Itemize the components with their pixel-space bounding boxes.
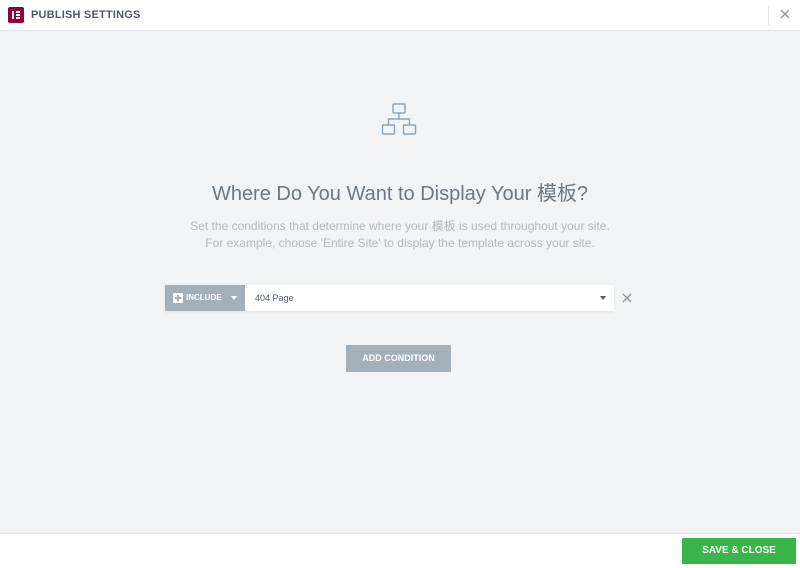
elementor-logo-icon — [8, 7, 24, 23]
chevron-down-icon — [600, 296, 606, 300]
modal-header: PUBLISH SETTINGS — [0, 0, 800, 31]
plus-square-icon — [173, 293, 183, 303]
include-label: INCLUDE — [186, 293, 222, 302]
add-condition-button[interactable]: ADD CONDITION — [346, 345, 451, 372]
hierarchy-icon — [381, 103, 417, 135]
conditions-panel: Where Do You Want to Display Your 模板? Se… — [0, 31, 800, 533]
condition-value: 404 Page — [255, 293, 294, 303]
modal-title: PUBLISH SETTINGS — [31, 9, 141, 21]
description-line-1: Set the conditions that determine where … — [190, 219, 610, 233]
chevron-down-icon — [231, 296, 237, 300]
remove-condition-icon[interactable] — [622, 293, 632, 303]
save-close-button[interactable]: SAVE & CLOSE — [682, 538, 796, 564]
page-title: Where Do You Want to Display Your 模板? — [211, 183, 589, 205]
include-exclude-select[interactable]: INCLUDE — [165, 285, 245, 311]
close-icon[interactable] — [777, 6, 793, 22]
condition-row: INCLUDE 404 Page — [165, 285, 614, 311]
header-divider — [768, 5, 769, 25]
condition-value-select[interactable]: 404 Page — [245, 285, 614, 311]
description-line-2: For example, choose 'Entire Site' to dis… — [205, 236, 595, 250]
modal-footer: SAVE & CLOSE — [0, 533, 800, 568]
